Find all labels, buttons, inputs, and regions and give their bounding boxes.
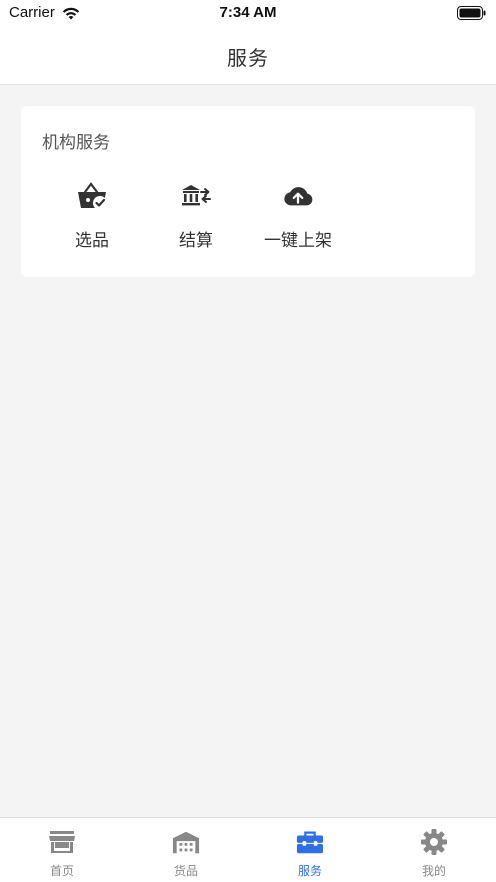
store-icon <box>48 828 76 856</box>
tab-goods[interactable]: 货品 <box>124 818 248 882</box>
battery-icon <box>457 6 486 20</box>
tab-services[interactable]: 服务 <box>248 818 372 882</box>
tab-profile[interactable]: 我的 <box>372 818 496 882</box>
service-card: 机构服务 选品 结算 一键上架 <box>21 106 475 277</box>
tab-label: 货品 <box>173 864 198 878</box>
service-item-one-click-listing[interactable]: 一键上架 <box>248 180 348 252</box>
basket-check-icon <box>76 180 108 212</box>
status-bar: Carrier 7:34 AM <box>0 0 496 28</box>
service-item-label: 结算 <box>179 231 213 251</box>
service-item-settlement[interactable]: 结算 <box>146 180 246 252</box>
tab-label: 服务 <box>297 864 322 878</box>
service-item-select-products[interactable]: 选品 <box>42 180 142 252</box>
screen: Carrier 7:34 AM 服务 机构服务 选品 结算 一键上架 首页 货品… <box>0 0 496 882</box>
tab-home[interactable]: 首页 <box>0 818 124 882</box>
status-time: 7:34 AM <box>219 4 277 21</box>
service-item-label: 选品 <box>75 231 109 251</box>
tab-label: 首页 <box>49 864 74 878</box>
cloud-upload-icon <box>282 180 314 212</box>
page-title: 服务 <box>227 45 269 70</box>
tab-bar: 首页 货品 服务 我的 <box>0 817 496 882</box>
warehouse-icon <box>172 828 200 856</box>
bank-transfer-icon <box>180 180 212 212</box>
gear-icon <box>420 828 448 856</box>
tab-label: 我的 <box>421 864 446 878</box>
nav-bar: 服务 <box>0 28 496 85</box>
toolbox-icon <box>296 828 324 856</box>
service-item-label: 一键上架 <box>264 231 332 251</box>
section-title: 机构服务 <box>42 133 110 153</box>
